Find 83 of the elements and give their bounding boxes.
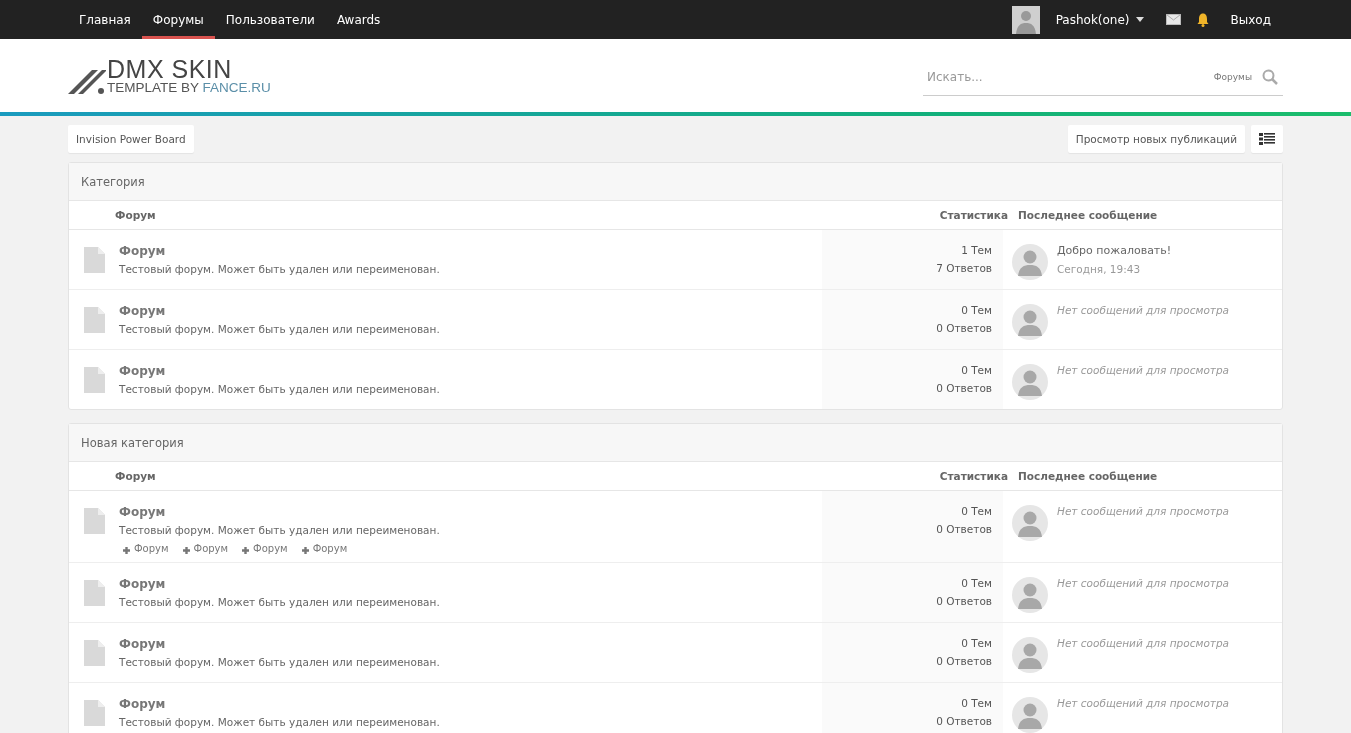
reply-count: 0 Ответов <box>936 322 992 334</box>
list-icon <box>1259 133 1275 145</box>
logo-subtitle: TEMPLATE BY FANCE.RU <box>107 80 271 95</box>
subforum-link[interactable]: Форум <box>123 543 169 554</box>
reply-count: 0 Ответов <box>936 715 992 727</box>
column-header: Форум <box>114 209 157 221</box>
avatar-icon <box>1012 364 1048 400</box>
reply-count: 7 Ответов <box>936 262 992 274</box>
avatar-icon <box>1012 577 1048 613</box>
nav-tab[interactable]: Главная <box>68 3 142 39</box>
column-header: Форум <box>114 470 157 482</box>
logo-title: DMX SKIN <box>107 56 233 81</box>
forum-description: Тестовый форум. Может быть удален или переименован. <box>119 263 440 275</box>
document-icon <box>84 247 105 273</box>
forum-description: Тестовый форум. Может быть удален или переименован. <box>119 383 440 395</box>
column-header: Статистика <box>938 209 1009 221</box>
user-menu[interactable]: Pashok(one) <box>1055 12 1144 27</box>
plus-icon <box>182 546 190 554</box>
column-header: Последнее сообщение <box>1017 470 1159 482</box>
no-posts-text: Нет сообщений для просмотра <box>1057 505 1230 517</box>
document-icon <box>84 367 105 393</box>
logout-link[interactable]: Выход <box>1230 12 1271 27</box>
document-icon <box>84 307 105 333</box>
user-avatar-icon[interactable] <box>1011 5 1040 34</box>
column-header: Статистика <box>938 470 1009 482</box>
no-posts-text: Нет сообщений для просмотра <box>1057 637 1230 649</box>
category-title[interactable]: Категория <box>81 174 145 189</box>
reply-count: 0 Ответов <box>936 655 992 667</box>
forum-title-link[interactable]: Форум <box>119 364 440 378</box>
last-post-time: Сегодня, 19:43 <box>1057 263 1142 275</box>
subforum-link[interactable]: Форум <box>242 543 288 554</box>
last-post-link[interactable]: Добро пожаловать! <box>1057 244 1172 257</box>
avatar-icon <box>1012 304 1048 340</box>
caret-icon <box>1135 17 1144 22</box>
topic-count: 1 Тем <box>961 244 992 256</box>
subforum-link[interactable]: Форум <box>301 543 348 554</box>
forum-title-link[interactable]: Форум <box>119 697 440 711</box>
forum-description: Тестовый форум. Может быть удален или переименован. <box>119 323 440 335</box>
forum-description: Тестовый форум. Может быть удален или переименован. <box>119 524 440 536</box>
bell-icon[interactable] <box>1196 12 1209 27</box>
reply-count: 0 Ответов <box>936 382 992 394</box>
forum-title-link[interactable]: Форум <box>119 304 440 318</box>
category-title[interactable]: Новая категория <box>81 435 184 450</box>
no-posts-text: Нет сообщений для просмотра <box>1057 364 1230 376</box>
plus-icon <box>301 546 309 554</box>
subforum-link[interactable]: Форум <box>182 543 229 554</box>
reply-count: 0 Ответов <box>936 523 992 535</box>
search-field[interactable]: Искать... Форумы <box>923 59 1283 96</box>
logo-stripes-icon <box>68 68 106 95</box>
forum-description: Тестовый форум. Может быть удален или переименован. <box>119 596 440 608</box>
avatar-icon <box>1012 637 1048 673</box>
forum-description: Тестовый форум. Может быть удален или переименован. <box>119 656 440 668</box>
search-scope[interactable]: Форумы <box>1213 72 1252 82</box>
nav-tab[interactable]: Пользователи <box>214 3 326 39</box>
no-posts-text: Нет сообщений для просмотра <box>1057 577 1230 589</box>
no-posts-text: Нет сообщений для просмотра <box>1057 304 1230 316</box>
topic-count: 0 Тем <box>961 364 992 376</box>
forum-title-link[interactable]: Форум <box>119 637 440 651</box>
topic-count: 0 Тем <box>961 697 992 709</box>
nav-tab[interactable]: Awards <box>325 3 392 39</box>
topic-count: 0 Тем <box>961 505 992 517</box>
document-icon <box>84 508 105 534</box>
no-posts-text: Нет сообщений для просмотра <box>1057 697 1230 709</box>
forum-title-link[interactable]: Форум <box>119 577 440 591</box>
forum-description: Тестовый форум. Может быть удален или переименован. <box>119 716 440 728</box>
forum-title-link[interactable]: Форум <box>119 505 440 519</box>
reply-count: 0 Ответов <box>936 595 992 607</box>
plus-icon <box>242 546 250 554</box>
topic-count: 0 Тем <box>961 304 992 316</box>
envelope-icon[interactable] <box>1165 14 1181 25</box>
forum-title-link[interactable]: Форум <box>119 244 440 258</box>
topic-count: 0 Тем <box>961 577 992 589</box>
view-toggle-button[interactable] <box>1251 125 1283 153</box>
avatar-icon <box>1012 244 1048 280</box>
document-icon <box>84 640 105 666</box>
breadcrumb-link[interactable]: Invision Power Board <box>68 125 194 153</box>
plus-icon <box>123 546 130 554</box>
document-icon <box>84 700 105 726</box>
avatar-icon <box>1012 505 1048 541</box>
topic-count: 0 Тем <box>961 637 992 649</box>
new-content-button[interactable]: Просмотр новых публикаций <box>1067 125 1245 153</box>
column-header: Последнее сообщение <box>1017 209 1159 221</box>
document-icon <box>84 580 105 606</box>
